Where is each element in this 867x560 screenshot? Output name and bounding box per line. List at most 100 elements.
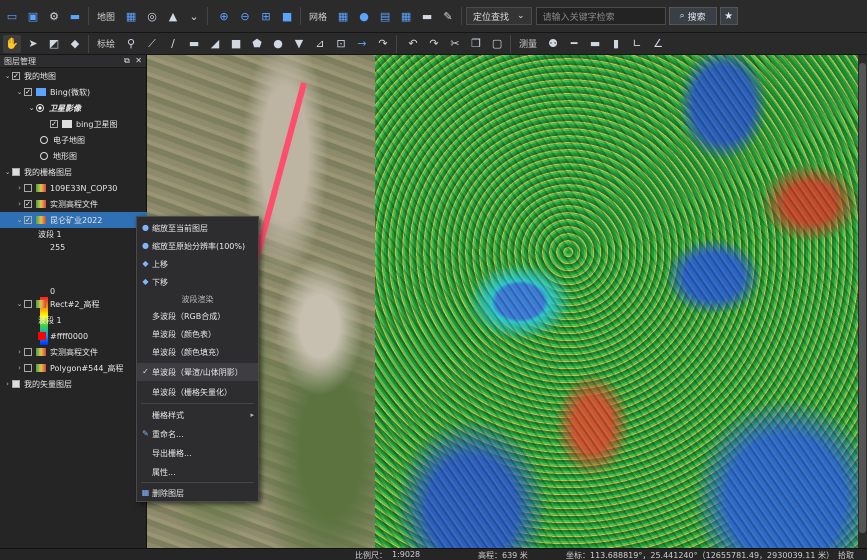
checkbox[interactable]: [24, 348, 32, 356]
tree-node-electronic-map[interactable]: 电子地图: [0, 132, 147, 148]
tree-node-measured-elev[interactable]: › ✓ 实测高程文件: [0, 196, 147, 212]
tree-node-satellite[interactable]: ⌄ 卫星影像: [0, 100, 147, 116]
search-input[interactable]: 请输入关键字检索: [535, 7, 666, 25]
chevron-down-icon[interactable]: ⌄: [3, 72, 12, 80]
menu-zoom-to-layer[interactable]: ● 缩放至当前图层: [137, 219, 258, 237]
grid-icon[interactable]: ▦: [334, 7, 352, 25]
close-icon[interactable]: ✕: [135, 56, 142, 65]
menu-grid-style[interactable]: 栅格样式 ▸: [137, 406, 258, 424]
select-poly-icon[interactable]: ◆: [66, 35, 84, 53]
scale-value[interactable]: 1:9028: [392, 550, 420, 559]
curve-arrow-icon[interactable]: ↷: [374, 35, 392, 53]
chevron-down-icon[interactable]: ⌄: [3, 168, 12, 176]
tree-node-my-map[interactable]: ⌄ ✓ 我的地图: [0, 68, 147, 84]
chevron-right-icon[interactable]: ›: [15, 348, 24, 356]
measure-distance-icon[interactable]: ━: [565, 35, 583, 53]
undo-icon[interactable]: ↶: [404, 35, 422, 53]
pointer-icon[interactable]: ➤: [24, 35, 42, 53]
select-rect-icon[interactable]: ◩: [45, 35, 63, 53]
checkbox[interactable]: [24, 184, 32, 192]
favorite-star-icon[interactable]: ★: [719, 7, 738, 25]
copy-icon[interactable]: ❐: [467, 35, 485, 53]
chevron-down-icon[interactable]: ⌄: [185, 7, 203, 25]
radio-selected[interactable]: [36, 104, 44, 112]
checkbox[interactable]: ✓: [24, 88, 32, 96]
tree-node-cop30[interactable]: › 109E33N_COP30: [0, 180, 147, 196]
menu-rename[interactable]: ✎ 重命名...: [137, 425, 258, 443]
chevron-down-icon[interactable]: ⌄: [15, 88, 24, 96]
map-scrollbar[interactable]: [858, 55, 867, 548]
brush-icon[interactable]: ▬: [185, 35, 203, 53]
menu-properties[interactable]: 属性...: [137, 463, 258, 481]
folder-icon[interactable]: ▭: [3, 7, 21, 25]
tree-node-bing-satellite[interactable]: ✓ bing卫星图: [0, 116, 147, 132]
chevron-right-icon[interactable]: ›: [3, 380, 12, 388]
clear-brush-icon[interactable]: ✎: [439, 7, 457, 25]
chevron-down-icon[interactable]: ⌄: [15, 216, 24, 224]
circle-icon[interactable]: ●: [269, 35, 287, 53]
tree-node-vector-layers[interactable]: › 我的矢量图层: [0, 376, 147, 392]
tree-node-terrain-map[interactable]: 地形图: [0, 148, 147, 164]
tree-node-raster-layers[interactable]: ⌄ 我的栅格图层: [0, 164, 147, 180]
menu-single-band-fill[interactable]: 单波段（颜色填充）: [137, 343, 258, 361]
measure-point-icon[interactable]: ⚉: [544, 35, 562, 53]
chevron-down-icon[interactable]: ⌄: [27, 104, 36, 112]
checkbox[interactable]: ✓: [24, 216, 32, 224]
pin-icon[interactable]: ⚲: [122, 35, 140, 53]
tree-node-measured-elev-2[interactable]: › 实测高程文件: [0, 344, 147, 360]
zoom-extent-icon[interactable]: ⊞: [257, 7, 275, 25]
arrow-shape-icon[interactable]: ◢: [206, 35, 224, 53]
rectangle-icon[interactable]: ■: [227, 35, 245, 53]
checkbox[interactable]: ✓: [50, 120, 58, 128]
folder-gray-icon[interactable]: ▬: [418, 7, 436, 25]
save-icon[interactable]: ▣: [24, 7, 42, 25]
checkbox[interactable]: [24, 364, 32, 372]
tree-node-rect-elev[interactable]: ⌄ Rect#2_高程: [0, 296, 147, 312]
menu-multi-band[interactable]: 多波段（RGB合成）: [137, 307, 258, 325]
map-layers-icon[interactable]: ▦: [122, 7, 140, 25]
grid-number-icon[interactable]: ●: [355, 7, 373, 25]
chevron-right-icon[interactable]: ›: [15, 200, 24, 208]
scrollbar-thumb[interactable]: [859, 63, 866, 533]
triangle-icon[interactable]: ▼: [290, 35, 308, 53]
measure-angle-icon[interactable]: ∟: [628, 35, 646, 53]
checkbox[interactable]: ✓: [24, 200, 32, 208]
checkbox[interactable]: [24, 300, 32, 308]
polyline-icon[interactable]: ⟋: [143, 35, 161, 53]
arrow-right-icon[interactable]: →: [353, 35, 371, 53]
measure-azimuth-icon[interactable]: ∠: [649, 35, 667, 53]
search-button[interactable]: ⌕ 搜索: [668, 7, 717, 25]
text-box-icon[interactable]: ⊡: [332, 35, 350, 53]
grid-sheet-icon[interactable]: ▤: [376, 7, 394, 25]
tree-node-bing[interactable]: ⌄ ✓ Bing(微软): [0, 84, 147, 100]
measure-height-icon[interactable]: ▮: [607, 35, 625, 53]
checkbox[interactable]: [12, 380, 20, 388]
pentagon-icon[interactable]: ⬟: [248, 35, 266, 53]
menu-single-band-vector[interactable]: 单波段（栅格矢量化）: [137, 383, 258, 401]
pan-hand-icon[interactable]: ✋: [3, 34, 21, 53]
menu-move-down[interactable]: ◆ 下移: [137, 273, 258, 291]
measure-area-icon[interactable]: ▬: [586, 35, 604, 53]
label-icon[interactable]: ⊿: [311, 35, 329, 53]
menu-zoom-native[interactable]: ● 缩放至原始分辨率(100%): [137, 237, 258, 255]
float-icon[interactable]: ⧉: [124, 56, 130, 65]
terrain-icon[interactable]: ▲: [164, 7, 182, 25]
zoom-out-icon[interactable]: ⊖: [236, 7, 254, 25]
checkbox[interactable]: ✓: [12, 72, 20, 80]
cut-icon[interactable]: ✂: [446, 35, 464, 53]
tree-node-polygon-elev[interactable]: › Polygon#544_高程: [0, 360, 147, 376]
checkbox[interactable]: [12, 168, 20, 176]
radio[interactable]: [40, 152, 48, 160]
chevron-down-icon[interactable]: ⌄: [15, 300, 24, 308]
gear-icon[interactable]: ⚙: [45, 7, 63, 25]
line-icon[interactable]: ∕: [164, 35, 182, 53]
globe-icon[interactable]: ◎: [143, 7, 161, 25]
menu-single-band-hillshade[interactable]: ✓ 单波段（晕渲/山体阴影）: [137, 363, 258, 381]
chevron-right-icon[interactable]: ›: [15, 184, 24, 192]
zoom-in-icon[interactable]: ⊕: [215, 7, 233, 25]
redo-icon[interactable]: ↷: [425, 35, 443, 53]
grid-table-icon[interactable]: ▦: [397, 7, 415, 25]
paste-icon[interactable]: ▢: [488, 35, 506, 53]
menu-delete-layer[interactable]: ▦ 删除图层: [137, 484, 258, 502]
monitor-icon[interactable]: ▬: [66, 7, 84, 25]
